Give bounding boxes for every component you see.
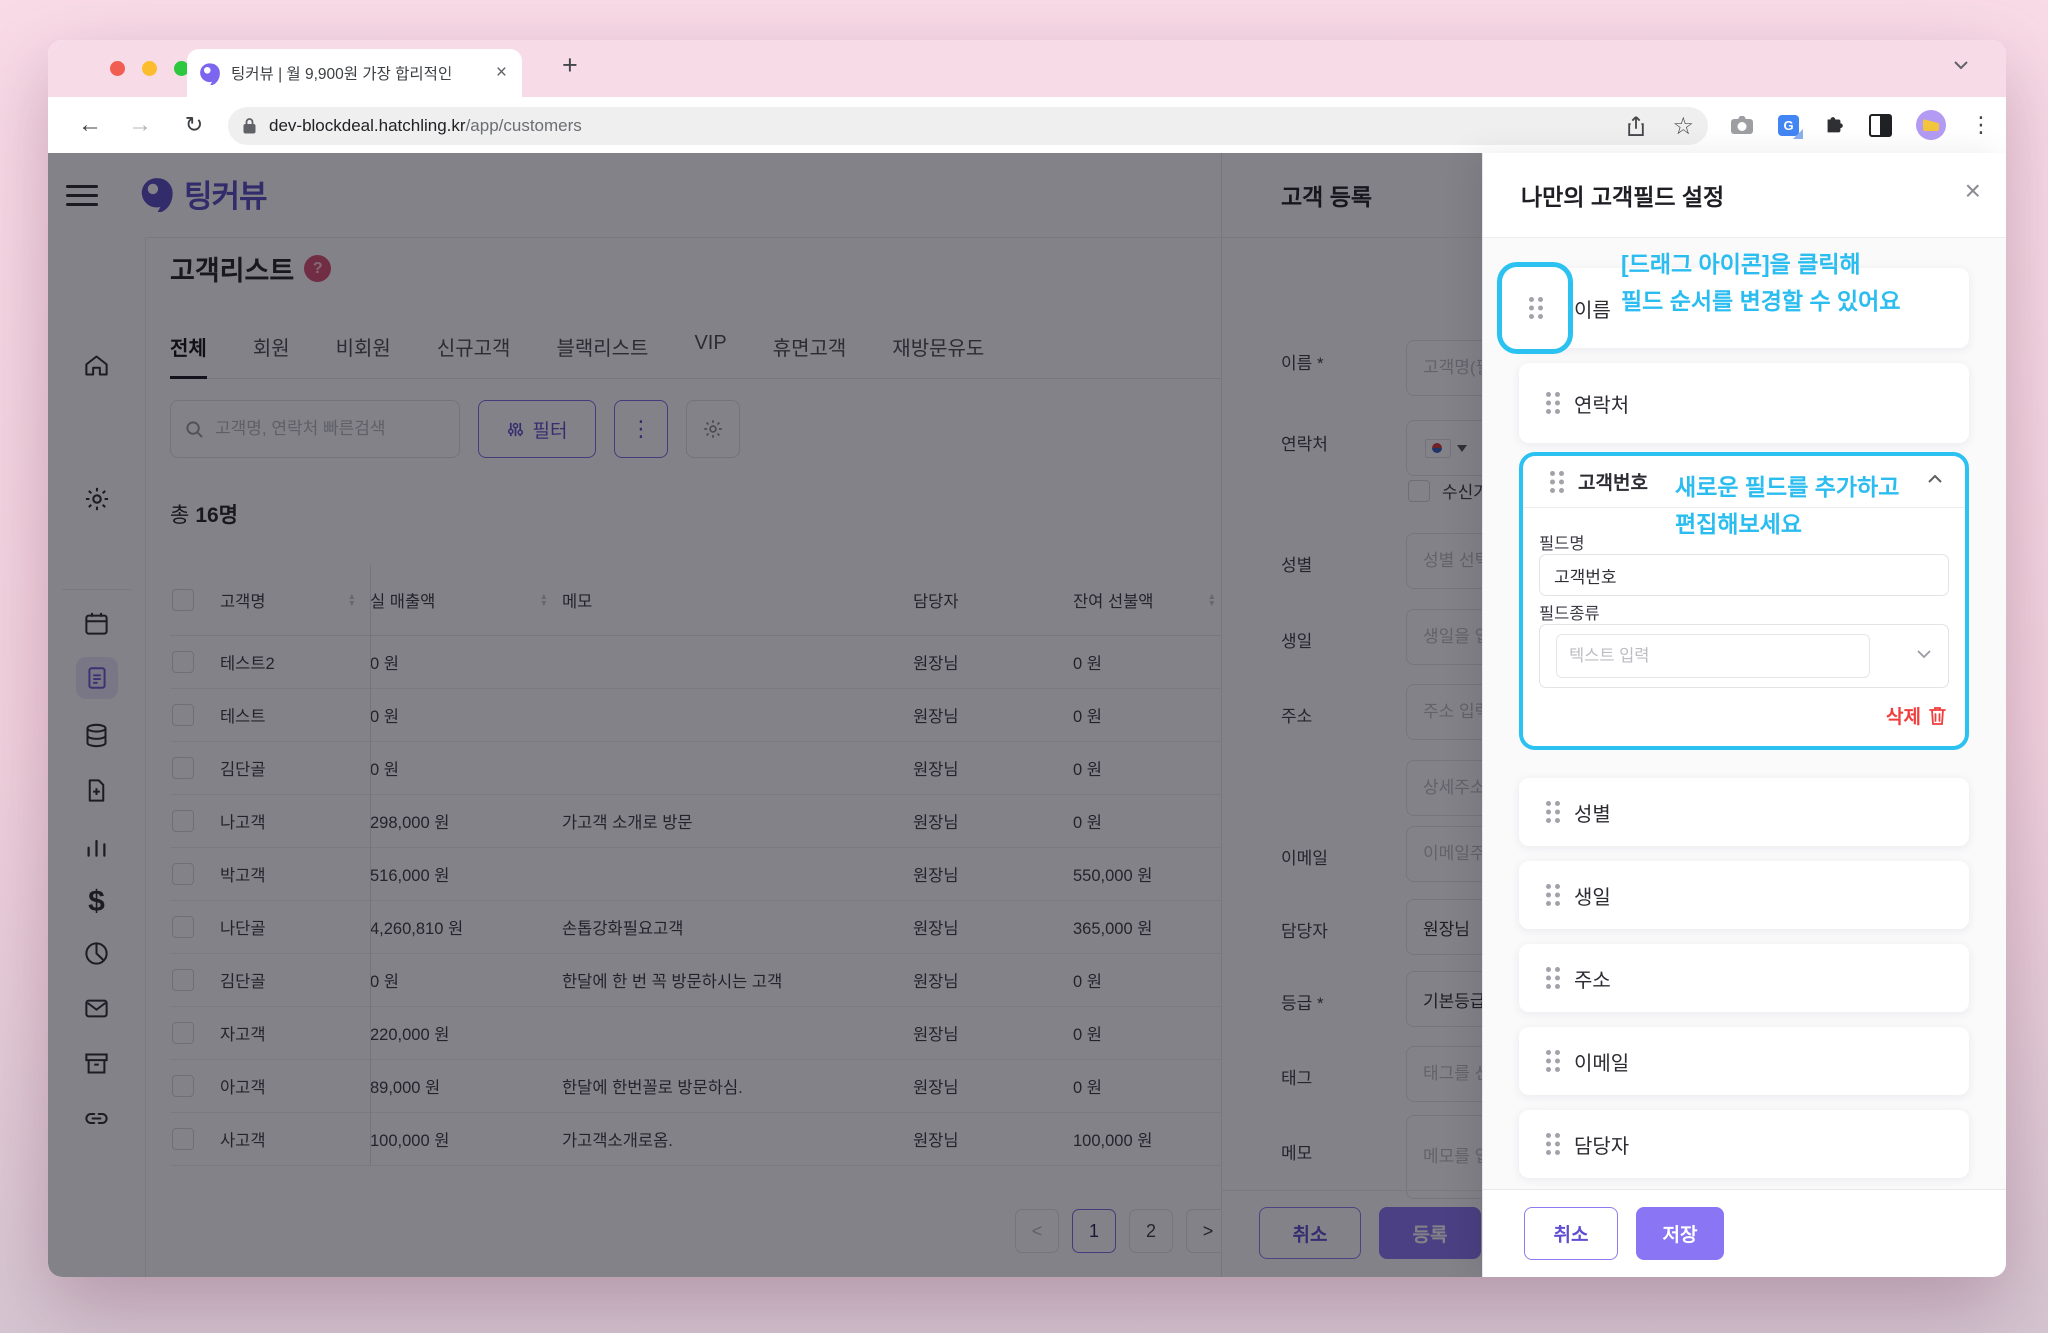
bookmark-star-icon[interactable]: ☆: [1672, 112, 1694, 141]
browser-menu-icon[interactable]: ⋮: [1970, 112, 1992, 138]
field-type-select[interactable]: [1539, 624, 1949, 688]
field-item[interactable]: 담당자: [1519, 1110, 1969, 1178]
camera-icon[interactable]: [1730, 115, 1754, 135]
chevron-down-icon: [1916, 649, 1932, 659]
cheese-icon: [1923, 119, 1939, 131]
tab-search-chevron-icon[interactable]: [1953, 60, 1969, 70]
field-name-label: 필드명: [1539, 530, 1585, 554]
field-item[interactable]: 주소: [1519, 944, 1969, 1012]
traffic-light-close[interactable]: [110, 61, 125, 76]
drag-tooltip-line2: 필드 순서를 변경할 수 있어요: [1621, 282, 1900, 316]
settings-footer: 취소 저장: [1483, 1189, 2006, 1277]
field-item-customer-number-expanded: 고객번호 새로운 필드를 추가하고 편집해보세요 필드명 필드종류 삭제: [1519, 452, 1969, 750]
reload-icon[interactable]: ↻: [176, 97, 212, 153]
field-item[interactable]: 성별: [1519, 778, 1969, 846]
drag-handle-icon[interactable]: [1546, 1050, 1559, 1072]
drag-handle-icon[interactable]: [1550, 471, 1563, 493]
add-tooltip-line2: 편집해보세요: [1675, 505, 1802, 539]
settings-title: 나만의 고객필드 설정: [1521, 178, 1724, 212]
field-name-input[interactable]: [1539, 554, 1949, 596]
tab-title: 팅커뷰 | 월 9,900원 가장 합리적인: [231, 62, 484, 84]
add-tooltip-line1: 새로운 필드를 추가하고: [1675, 468, 1899, 502]
settings-cancel-button[interactable]: 취소: [1524, 1207, 1618, 1260]
drag-tooltip-line1: [드래그 아이콘]을 클릭해: [1621, 245, 1861, 279]
forward-icon[interactable]: →: [122, 97, 158, 153]
share-icon[interactable]: [1626, 115, 1646, 137]
browser-window: 팅커뷰 | 월 9,900원 가장 합리적인 × + ← → ↻ dev-blo…: [48, 40, 2006, 1277]
new-tab-button[interactable]: +: [562, 52, 578, 79]
chevron-up-icon[interactable]: [1927, 474, 1943, 484]
trash-icon: [1928, 705, 1947, 726]
toolbar-extensions: G ⋮: [1730, 97, 1992, 153]
url-text: dev-blockdeal.hatchling.kr/app/customers: [269, 116, 582, 136]
field-type-label: 필드종류: [1539, 600, 1600, 624]
drag-handle-icon[interactable]: [1546, 801, 1559, 823]
close-icon[interactable]: ×: [1965, 177, 1981, 205]
browser-tab-strip: 팅커뷰 | 월 9,900원 가장 합리적인 × +: [48, 40, 2006, 97]
address-bar[interactable]: dev-blockdeal.hatchling.kr/app/customers…: [228, 107, 1708, 145]
traffic-light-minimize[interactable]: [142, 61, 157, 76]
drag-handle-highlight: [1497, 262, 1573, 354]
extensions-puzzle-icon[interactable]: [1823, 114, 1845, 136]
field-item[interactable]: 생일: [1519, 861, 1969, 929]
drag-handle-icon[interactable]: [1529, 297, 1542, 319]
side-panel-icon[interactable]: [1869, 114, 1892, 137]
settings-save-button[interactable]: 저장: [1636, 1207, 1724, 1260]
translate-icon[interactable]: G: [1778, 115, 1799, 136]
field-type-input[interactable]: [1556, 634, 1870, 678]
drag-handle-icon[interactable]: [1546, 392, 1559, 414]
field-items-list: 성별 생일 주소 이메일 담당자: [1483, 778, 2006, 1178]
browser-tab[interactable]: 팅커뷰 | 월 9,900원 가장 합리적인 ×: [187, 49, 522, 97]
tab-close-icon[interactable]: ×: [493, 62, 510, 84]
profile-avatar[interactable]: [1916, 110, 1946, 140]
favicon-speech-bubble-icon: [199, 62, 222, 85]
lock-icon: [242, 117, 257, 135]
field-item[interactable]: 이메일: [1519, 1027, 1969, 1095]
drag-handle-icon[interactable]: [1546, 967, 1559, 989]
browser-toolbar: ← → ↻ dev-blockdeal.hatchling.kr/app/cus…: [48, 97, 2006, 154]
back-icon[interactable]: ←: [72, 97, 108, 153]
field-settings-drawer: 나만의 고객필드 설정 × 이름 [드래그 아이콘]을 클릭해 필드 순서를 변…: [1482, 153, 2006, 1277]
drag-handle-icon[interactable]: [1546, 1133, 1559, 1155]
settings-drawer-header: 나만의 고객필드 설정 ×: [1483, 153, 2006, 238]
delete-field-button[interactable]: 삭제: [1886, 702, 1947, 729]
field-item-contact[interactable]: 연락처: [1519, 363, 1969, 443]
drag-handle-icon[interactable]: [1546, 884, 1559, 906]
